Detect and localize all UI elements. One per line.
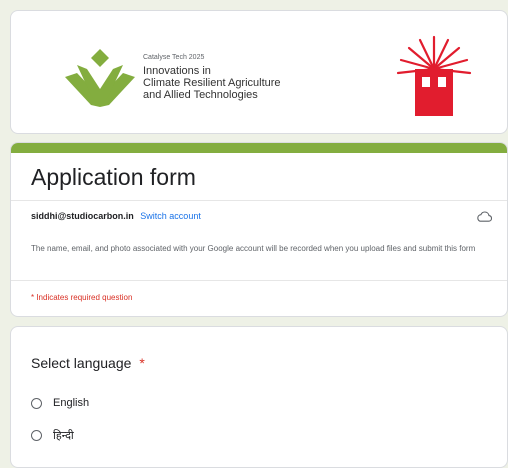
radio-button[interactable] [31,397,42,409]
account-row: siddhi@studiocarbon.in Switch account [31,212,201,221]
form-header-card: Application form siddhi@studiocarbon.in … [10,142,508,317]
banner-title-line-1: Innovations in [143,64,211,77]
option-english[interactable]: English [31,397,89,409]
form-banner: Catalyse Tech 2025 Innovations in Climat… [10,10,508,134]
red-sun-emblem-icon [396,35,472,116]
switch-account-link[interactable]: Switch account [140,211,201,221]
language-question-title: Select language * [31,355,145,371]
divider [11,280,507,281]
form-title: Application form [31,164,196,190]
language-question-card: Select language * English हिन्दी [10,326,508,468]
required-question-note: * Indicates required question [31,293,133,302]
account-email: siddhi@studiocarbon.in [31,211,134,221]
form-accent-bar [11,143,507,153]
cloud-icon [477,211,492,222]
divider [11,200,507,201]
language-question-label: Select language [31,355,132,371]
banner-eyebrow: Catalyse Tech 2025 [143,54,205,61]
option-label: English [53,397,90,409]
option-label: हिन्दी [53,430,74,442]
banner-title-line-2: Climate Resilient Agriculture [143,77,281,90]
radio-button[interactable] [31,430,42,441]
privacy-notice: The name, email, and photo associated wi… [31,244,476,253]
option-hindi[interactable]: हिन्दी [31,428,74,443]
required-asterisk: * [139,355,145,371]
leaf-logo-icon [65,49,135,107]
banner-title-line-3: and Allied Technologies [143,89,258,102]
banner-text-block: Catalyse Tech 2025 Innovations in Climat… [143,54,281,102]
